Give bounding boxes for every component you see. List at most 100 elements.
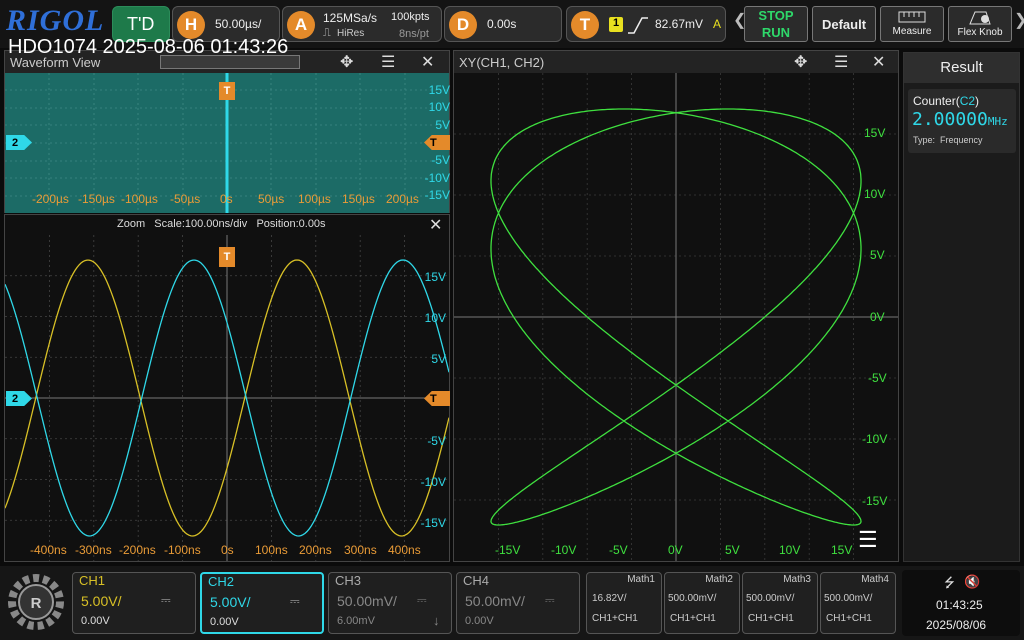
xy-touch-icon[interactable]: ✥	[794, 52, 807, 72]
xy-x-label: -10V	[551, 543, 577, 557]
xy-y-label: -5V	[868, 371, 887, 385]
settings-gear-icon[interactable]: R	[6, 570, 66, 634]
sample-rate: 125MSa/s	[323, 11, 378, 25]
math2-panel[interactable]: Math2 500.00mV/ CH1+CH1	[664, 572, 740, 634]
xy-menu-icon[interactable]: ☰	[834, 52, 848, 72]
trigger-level: 82.67mV	[655, 17, 704, 31]
xy-x-label: 5V	[725, 543, 740, 557]
xy-y-label: 5V	[870, 248, 885, 262]
ch2-panel[interactable]: CH2 5.00V/ ⎓ 0.00V	[200, 572, 324, 634]
arrow-down-icon: ↓	[433, 613, 440, 628]
zoom-x-label: -400ns	[30, 543, 67, 557]
ch2-scale: 5.00V/	[210, 594, 251, 610]
acq-mode: HiRes	[337, 28, 365, 39]
overview-y-label: -5V	[431, 153, 450, 167]
overview-x-label: -50µs	[170, 192, 201, 206]
math4-panel[interactable]: Math4 500.00mV/ CH1+CH1	[820, 572, 896, 634]
mem-depth: 100kpts	[391, 11, 430, 23]
overview-x-label: -200µs	[32, 192, 69, 206]
trigger-mode: A	[713, 17, 722, 31]
zoom-close-icon[interactable]: ✕	[429, 215, 442, 235]
acquire-button[interactable]: A 125MSa/s ⎍ HiRes 100kpts 8ns/pt	[282, 6, 442, 42]
stop-label: STOP	[758, 8, 794, 23]
clock-date: 2025/08/06	[926, 618, 987, 632]
clock-panel[interactable]: ⭍ 🔇 01:43:25 2025/08/06	[902, 570, 1020, 636]
counter-card[interactable]: Counter(C2) 2.00000MHz Type: Frequency	[908, 89, 1016, 153]
xy-y-label: 10V	[864, 187, 886, 201]
xy-y-label: 0V	[870, 310, 885, 324]
trigger-position-marker-overview[interactable]: T	[219, 82, 235, 100]
zoom-x-label: -200ns	[119, 543, 156, 557]
overview-y-label: 5V	[435, 118, 450, 132]
ch3-scale: 50.00mV/	[337, 593, 397, 609]
zoom-position-label: Position:	[256, 218, 299, 230]
menu-icon[interactable]: ☰	[381, 52, 395, 72]
zoom-x-label: 100ns	[255, 543, 288, 557]
counter-value-line: 2.00000MHz	[912, 109, 1008, 130]
trigger-button[interactable]: T 1 82.67mV A	[566, 6, 726, 42]
stop-run-button[interactable]: STOP RUN	[744, 6, 808, 42]
close-icon[interactable]: ✕	[421, 52, 434, 72]
ch1-scale: 5.00V/	[81, 593, 122, 609]
math2-name: Math2	[705, 574, 733, 585]
ch2-offset: 0.00V	[210, 616, 239, 628]
zoom-x-label: 200ns	[299, 543, 332, 557]
overview-x-label: 200µs	[386, 192, 419, 206]
waveform-view-window: Waveform View ✥ ☰ ✕	[4, 50, 450, 213]
zoom-x-label: 400ns	[388, 543, 421, 557]
flex-knob-button[interactable]: Flex Knob	[948, 6, 1012, 42]
rigol-logo: RIGOL	[6, 4, 105, 37]
ch1-offset: 0.00V	[81, 615, 110, 627]
overview-y-label: 10V	[428, 100, 450, 114]
xy-x-label: 10V	[779, 543, 801, 557]
ch1-panel[interactable]: CH1 5.00V/ ⎓ 0.00V	[72, 572, 196, 634]
xy-title: XY(CH1, CH2)	[459, 54, 545, 70]
delay-button[interactable]: D 0.00s	[444, 6, 562, 42]
h-icon: H	[177, 11, 205, 39]
trigger-position-marker-zoom[interactable]: T	[219, 247, 235, 267]
overview-x-label: 0s	[220, 192, 233, 206]
math1-panel[interactable]: Math1 16.82V/ CH1+CH1	[586, 572, 662, 634]
zoom-x-label: -300ns	[75, 543, 112, 557]
status-text: T'D	[127, 14, 155, 34]
ch3-offset: 6.00mV	[337, 615, 375, 627]
math3-name: Math3	[783, 574, 811, 585]
d-icon: D	[449, 11, 477, 39]
overview-x-label: -150µs	[78, 192, 115, 206]
ch4-panel[interactable]: CH4 50.00mV/ ⎓ 0.00V	[456, 572, 580, 634]
measure-button[interactable]: Measure	[880, 6, 944, 42]
counter-source: C2	[959, 94, 976, 108]
xy-close-icon[interactable]: ✕	[872, 52, 885, 72]
math1-source: CH1+CH1	[592, 613, 638, 624]
svg-text:R: R	[31, 595, 42, 612]
overview-x-axis: -200µs -150µs -100µs -50µs 0s 50µs 100µs…	[0, 192, 450, 206]
xy-x-label: -5V	[609, 543, 628, 557]
overview-x-label: 100µs	[298, 192, 331, 206]
xy-window: XY(CH1, CH2) ✥ ☰ ✕ ☰	[453, 50, 899, 562]
math3-panel[interactable]: Math3 500.00mV/ CH1+CH1	[742, 572, 818, 634]
zoom-scale-label: Scale:	[154, 218, 185, 230]
run-label: RUN	[761, 25, 791, 40]
zoom-plot	[5, 235, 449, 561]
delay-value: 0.00s	[487, 17, 517, 31]
default-button[interactable]: Default	[812, 6, 876, 42]
chevron-right-icon[interactable]: ❯	[1014, 10, 1024, 30]
math1-name: Math1	[627, 574, 655, 585]
dc-coupling-icon: ⎓	[545, 593, 555, 607]
default-label: Default	[821, 16, 867, 32]
ch3-panel[interactable]: CH3 50.00mV/ ⎓ 6.00mV ↓	[328, 572, 452, 634]
ch4-scale: 50.00mV/	[465, 593, 525, 609]
overview-x-label: 150µs	[342, 192, 375, 206]
zoom-y-label: 10V	[424, 311, 446, 325]
counter-value: 2.00000	[912, 109, 988, 130]
zoom-x-label: 0s	[221, 543, 234, 557]
zoom-y-label: -10V	[420, 475, 446, 489]
xy-x-label: -15V	[495, 543, 521, 557]
touch-icon[interactable]: ✥	[340, 52, 353, 72]
dc-coupling-icon: ⎓	[290, 594, 300, 608]
overview-y-label: 15V	[428, 83, 450, 97]
counter-type: Frequency	[940, 135, 983, 145]
dc-coupling-icon: ⎓	[161, 593, 171, 607]
pulse-icon: ⎍	[323, 27, 331, 39]
result-panel: Result Counter(C2) 2.00000MHz Type: Freq…	[903, 52, 1020, 562]
